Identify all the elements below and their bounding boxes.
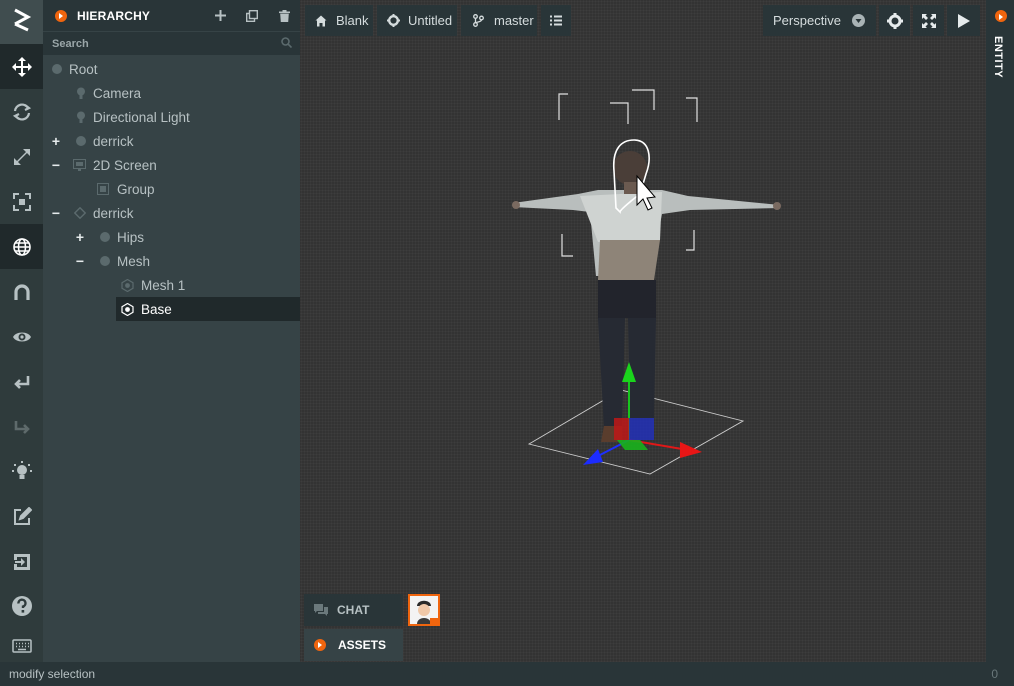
hierarchy-panel: HIERARCHY Root Camera	[43, 0, 300, 662]
list-icon	[550, 15, 562, 26]
entity-panel-collapsed[interactable]: ENTITY	[986, 0, 1014, 662]
chevron-down-icon	[852, 14, 865, 27]
branch-button[interactable]: master	[461, 5, 537, 36]
playcanvas-logo[interactable]	[0, 0, 43, 44]
tree-item-hips[interactable]: + Hips	[43, 225, 300, 249]
delete-icon[interactable]	[268, 9, 300, 22]
tree-item-derrick-model[interactable]: − derrick	[43, 201, 300, 225]
keyboard-icon[interactable]	[0, 630, 43, 662]
collapse-panel-icon[interactable]	[55, 9, 67, 22]
scene-render	[512, 89, 781, 475]
group-icon	[97, 183, 109, 195]
status-message: modify selection	[9, 667, 96, 681]
hierarchy-header: HIERARCHY	[43, 0, 300, 31]
expand-toggle[interactable]: +	[50, 134, 62, 148]
panel-title: HIERARCHY	[77, 8, 151, 23]
entity-icon	[75, 135, 87, 147]
home-icon	[315, 15, 327, 26]
tree-item-mesh-1[interactable]: Mesh 1	[43, 273, 300, 297]
user-avatar[interactable]	[408, 594, 440, 626]
screen-icon	[73, 159, 86, 171]
code-editor-icon[interactable]	[0, 494, 43, 539]
tree-item-group[interactable]: Group	[43, 177, 300, 201]
undo-icon[interactable]	[0, 359, 43, 404]
gear-icon	[387, 14, 400, 27]
entity-icon	[99, 255, 111, 267]
resize-icon[interactable]	[0, 179, 43, 224]
tree-item-base[interactable]: Base	[43, 297, 300, 321]
play-icon	[957, 13, 970, 28]
camera-select[interactable]: Perspective	[763, 5, 876, 36]
render-icon	[121, 302, 134, 317]
assets-tab[interactable]: ASSETS	[304, 629, 403, 661]
tree-item-camera[interactable]: Camera	[43, 81, 300, 105]
collapse-toggle[interactable]: −	[50, 158, 62, 172]
tree-item-mesh[interactable]: − Mesh	[43, 249, 300, 273]
chat-icon	[314, 604, 328, 616]
light-icon	[75, 111, 87, 123]
render-icon	[121, 278, 134, 293]
snap-icon[interactable]	[0, 269, 43, 314]
scene-viewport[interactable]	[300, 0, 986, 662]
branch-icon	[473, 14, 484, 27]
hierarchy-tree: Root Camera Directional Light + derrick …	[43, 55, 300, 321]
settings-button[interactable]	[879, 5, 910, 36]
model-icon	[73, 206, 87, 220]
entity-panel-title: ENTITY	[992, 36, 1004, 79]
camera-icon	[75, 87, 87, 99]
gear-icon	[886, 12, 903, 29]
status-bar: modify selection 0	[0, 662, 1014, 686]
menu-button[interactable]	[541, 5, 571, 36]
expand-panel-icon[interactable]	[995, 10, 1007, 22]
chat-tab[interactable]: CHAT	[304, 594, 403, 626]
fullscreen-button[interactable]	[913, 5, 944, 36]
project-button[interactable]: Blank	[305, 5, 373, 36]
rotate-icon[interactable]	[0, 89, 43, 134]
entity-icon	[51, 63, 63, 75]
lightmapper-icon[interactable]	[0, 449, 43, 494]
world-space-icon[interactable]	[0, 224, 43, 269]
help-icon[interactable]	[0, 583, 43, 628]
collapse-toggle[interactable]: −	[74, 254, 86, 268]
preview-icon[interactable]	[0, 314, 43, 359]
status-count: 0	[991, 667, 998, 681]
expand-icon	[921, 13, 936, 28]
publish-icon[interactable]	[0, 539, 43, 584]
scene-settings-button[interactable]: Untitled	[377, 5, 457, 36]
move-icon[interactable]	[0, 44, 43, 89]
search-input[interactable]	[52, 37, 281, 50]
tree-item-root[interactable]: Root	[43, 57, 300, 81]
tree-item-directional-light[interactable]: Directional Light	[43, 105, 300, 129]
avatar-icon	[410, 596, 438, 624]
search-icon[interactable]	[281, 35, 293, 53]
collapse-toggle[interactable]: −	[50, 206, 62, 220]
tree-item-derrick[interactable]: + derrick	[43, 129, 300, 153]
entity-icon	[99, 231, 111, 243]
add-entity-icon[interactable]	[204, 10, 236, 21]
scale-icon[interactable]	[0, 134, 43, 179]
expand-toggle[interactable]: +	[74, 230, 86, 244]
redo-icon[interactable]	[0, 404, 43, 449]
editor-app: HIERARCHY Root Camera	[0, 0, 1014, 686]
left-toolbar	[0, 0, 43, 662]
collapse-icon	[314, 639, 326, 651]
character-model	[512, 139, 781, 442]
duplicate-icon[interactable]	[236, 9, 268, 22]
launch-button[interactable]	[947, 5, 980, 36]
hierarchy-search	[43, 31, 300, 55]
tree-item-2d-screen[interactable]: − 2D Screen	[43, 153, 300, 177]
